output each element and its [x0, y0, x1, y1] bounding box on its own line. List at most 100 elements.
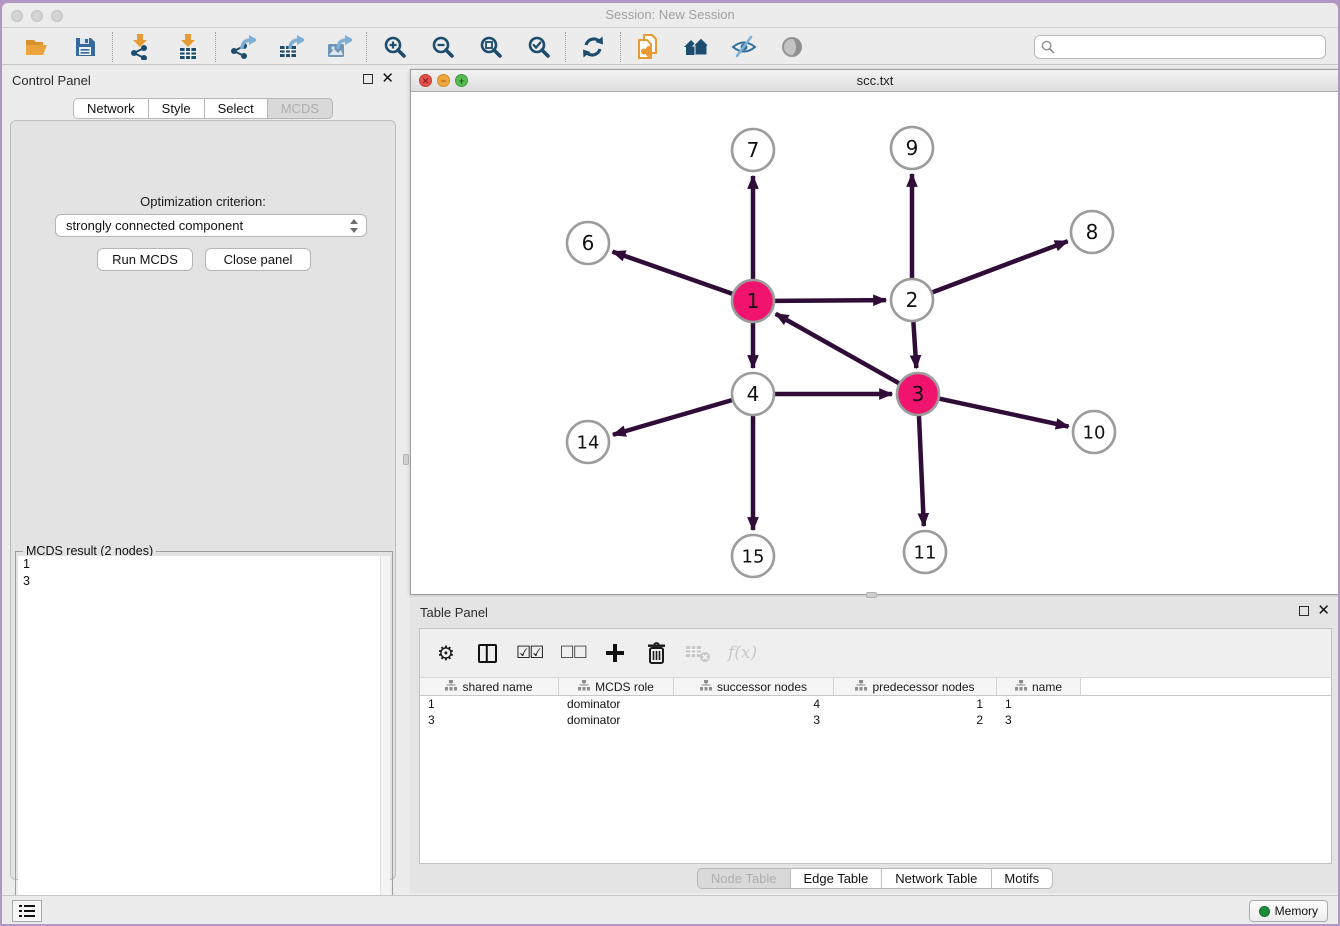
- table-row[interactable]: 3dominator323: [420, 712, 1331, 728]
- table-cell[interactable]: 4: [674, 696, 834, 712]
- export-network-icon[interactable]: [229, 34, 257, 60]
- delete-row-icon[interactable]: [644, 640, 668, 666]
- edge-2-8[interactable]: [933, 241, 1068, 292]
- memory-button[interactable]: Memory: [1249, 900, 1328, 922]
- deselect-all-icon[interactable]: ☐☐: [559, 640, 585, 666]
- column-type-icon: [700, 680, 712, 694]
- tab-network[interactable]: Network: [73, 98, 149, 119]
- search-input[interactable]: [1034, 35, 1326, 59]
- search-icon: [1041, 40, 1055, 59]
- table-cell[interactable]: 3: [674, 712, 834, 728]
- open-file-icon[interactable]: [23, 34, 51, 60]
- network-window-title: scc.txt: [411, 73, 1338, 88]
- column-header-MCDS-role[interactable]: MCDS role: [559, 678, 674, 695]
- table-cell[interactable]: 3: [997, 712, 1081, 728]
- select-all-icon[interactable]: ☑☑: [516, 640, 542, 666]
- tab-network-table[interactable]: Network Table: [882, 868, 991, 889]
- delete-table-icon: [685, 640, 711, 666]
- node-10[interactable]: 10: [1073, 411, 1115, 453]
- edge-1-6[interactable]: [613, 252, 733, 294]
- show-column-icon[interactable]: [475, 640, 499, 666]
- result-scrollbar[interactable]: [380, 556, 390, 924]
- svg-text:10: 10: [1083, 422, 1106, 443]
- edge-3-1[interactable]: [776, 314, 899, 383]
- window-title: Session: New Session: [2, 7, 1338, 22]
- horizontal-splitter-handle[interactable]: [866, 592, 877, 598]
- tab-motifs[interactable]: Motifs: [991, 868, 1053, 889]
- add-row-icon[interactable]: [603, 640, 627, 666]
- table-row[interactable]: 1dominator411: [420, 696, 1331, 712]
- network-window-titlebar[interactable]: ✕ − + scc.txt: [411, 70, 1338, 92]
- svg-text:15: 15: [742, 546, 765, 567]
- control-panel: Control Panel ✕ NetworkStyleSelectMCDS O…: [2, 67, 404, 885]
- float-panel-icon[interactable]: [363, 74, 373, 84]
- node-4[interactable]: 4: [732, 373, 774, 415]
- settings-gear-icon[interactable]: ⚙: [434, 640, 458, 666]
- node-9[interactable]: 9: [891, 127, 933, 169]
- node-8[interactable]: 8: [1071, 211, 1113, 253]
- import-network-icon[interactable]: [126, 34, 154, 60]
- node-6[interactable]: 6: [567, 222, 609, 264]
- edge-3-11[interactable]: [919, 416, 924, 526]
- table-cell[interactable]: 2: [834, 712, 997, 728]
- tab-select[interactable]: Select: [205, 98, 268, 119]
- node-1[interactable]: 1: [732, 280, 774, 322]
- vertical-splitter-handle[interactable]: [403, 454, 409, 465]
- criterion-dropdown[interactable]: strongly connected component: [55, 214, 367, 237]
- edge-3-10[interactable]: [940, 399, 1069, 427]
- node-11[interactable]: 11: [904, 531, 946, 573]
- edge-1-2[interactable]: [775, 300, 886, 301]
- main-toolbar: [2, 29, 1338, 65]
- show-network-icon[interactable]: [778, 34, 806, 60]
- mcds-result-textarea[interactable]: 13: [18, 556, 390, 924]
- node-14[interactable]: 14: [567, 421, 609, 463]
- tab-node-table[interactable]: Node Table: [697, 868, 791, 889]
- node-7[interactable]: 7: [732, 129, 774, 171]
- svg-text:9: 9: [906, 136, 919, 160]
- import-table-icon[interactable]: [174, 34, 202, 60]
- optimization-criterion-label: Optimization criterion:: [11, 194, 395, 209]
- tab-mcds[interactable]: MCDS: [268, 98, 333, 119]
- network-graph-svg[interactable]: 7 9 6 8 1 2 4 3 14 10 15 11: [411, 92, 1338, 594]
- edge-4-14[interactable]: [613, 400, 732, 435]
- node-3[interactable]: 3: [897, 373, 939, 415]
- tab-edge-table[interactable]: Edge Table: [790, 868, 882, 889]
- table-cell[interactable]: dominator: [559, 712, 674, 728]
- run-mcds-button[interactable]: Run MCDS: [97, 248, 193, 271]
- table-cell[interactable]: 1: [420, 696, 559, 712]
- zoom-in-icon[interactable]: [380, 34, 408, 60]
- zoom-selected-icon[interactable]: [524, 34, 552, 60]
- table-cell[interactable]: 1: [834, 696, 997, 712]
- application-window: Session: New Session Control Panel ✕ Net…: [2, 3, 1338, 924]
- column-header-shared-name[interactable]: shared name: [420, 678, 559, 695]
- svg-text:6: 6: [582, 231, 595, 255]
- export-table-icon[interactable]: [277, 34, 305, 60]
- refresh-icon[interactable]: [579, 34, 607, 60]
- table-cell[interactable]: dominator: [559, 696, 674, 712]
- control-panel-tabs: NetworkStyleSelectMCDS: [73, 98, 333, 119]
- hide-network-icon[interactable]: [730, 34, 758, 60]
- close-panel-button[interactable]: Close panel: [205, 248, 311, 271]
- float-table-panel-icon[interactable]: [1299, 606, 1309, 616]
- control-panel-title: Control Panel: [12, 73, 91, 88]
- save-session-icon[interactable]: [71, 34, 99, 60]
- task-history-button[interactable]: [12, 900, 42, 922]
- svg-text:11: 11: [914, 542, 937, 563]
- table-cell[interactable]: 1: [997, 696, 1081, 712]
- close-table-panel-icon[interactable]: ✕: [1317, 606, 1330, 616]
- zoom-fit-icon[interactable]: [476, 34, 504, 60]
- column-header-successor-nodes[interactable]: successor nodes: [674, 678, 834, 695]
- export-image-icon[interactable]: [325, 34, 353, 60]
- column-header-name[interactable]: name: [997, 678, 1081, 695]
- edge-2-3[interactable]: [913, 322, 916, 368]
- node-2[interactable]: 2: [891, 279, 933, 321]
- close-panel-icon[interactable]: ✕: [381, 74, 394, 84]
- node-15[interactable]: 15: [732, 535, 774, 577]
- column-header-predecessor-nodes[interactable]: predecessor nodes: [834, 678, 997, 695]
- table-cell[interactable]: 3: [420, 712, 559, 728]
- home-icon[interactable]: [682, 34, 710, 60]
- zoom-out-icon[interactable]: [428, 34, 456, 60]
- network-canvas[interactable]: 7 9 6 8 1 2 4 3 14 10 15 11: [411, 92, 1338, 594]
- new-network-from-file-icon[interactable]: [634, 34, 662, 60]
- tab-style[interactable]: Style: [149, 98, 205, 119]
